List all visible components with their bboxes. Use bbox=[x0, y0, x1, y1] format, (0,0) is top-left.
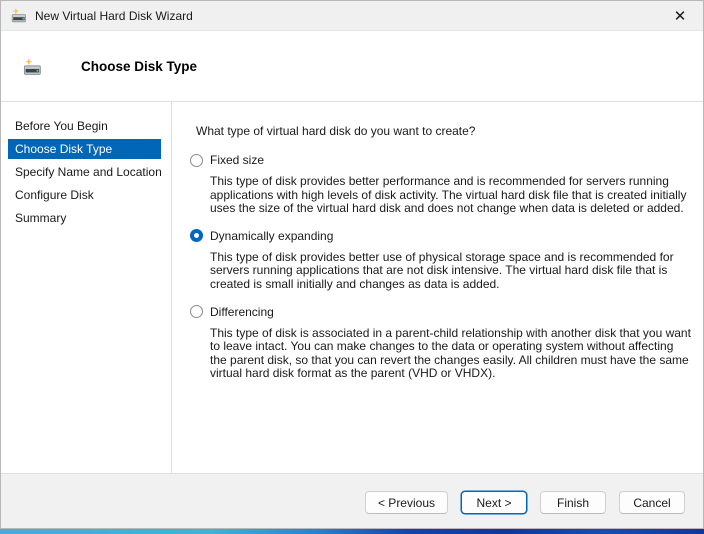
title-bar: New Virtual Hard Disk Wizard ✕ bbox=[1, 1, 703, 31]
wizard-header: Choose Disk Type bbox=[1, 31, 703, 102]
main-area: Before You Begin Choose Disk Type Specif… bbox=[1, 102, 703, 473]
radio-dynamically-expanding[interactable]: Dynamically expanding bbox=[190, 228, 692, 244]
footer-button-bar: < Previous Next > Finish Cancel bbox=[1, 473, 703, 528]
radio-icon[interactable] bbox=[190, 305, 203, 318]
question-text: What type of virtual hard disk do you wa… bbox=[196, 124, 692, 138]
option-fixed-size: Fixed size This type of disk provides be… bbox=[190, 152, 692, 216]
page-title: Choose Disk Type bbox=[81, 59, 197, 74]
wizard-steps-sidebar: Before You Begin Choose Disk Type Specif… bbox=[1, 102, 172, 473]
virtual-disk-icon bbox=[11, 8, 27, 24]
radio-label[interactable]: Fixed size bbox=[210, 153, 264, 167]
virtual-disk-icon bbox=[23, 58, 42, 77]
sidebar-item-configure-disk[interactable]: Configure Disk bbox=[8, 185, 161, 205]
radio-icon-selected[interactable] bbox=[190, 229, 203, 242]
sidebar-item-before-you-begin[interactable]: Before You Begin bbox=[8, 116, 161, 136]
sidebar-item-specify-name-and-location[interactable]: Specify Name and Location bbox=[8, 162, 161, 182]
close-button[interactable]: ✕ bbox=[657, 1, 703, 31]
page-content: What type of virtual hard disk do you wa… bbox=[172, 102, 704, 473]
option-description: This type of disk provides better perfor… bbox=[210, 175, 692, 216]
option-dynamically-expanding: Dynamically expanding This type of disk … bbox=[190, 228, 692, 292]
previous-button[interactable]: < Previous bbox=[365, 491, 448, 514]
close-icon: ✕ bbox=[674, 7, 687, 25]
radio-icon[interactable] bbox=[190, 154, 203, 167]
sidebar-item-choose-disk-type[interactable]: Choose Disk Type bbox=[8, 139, 161, 159]
finish-button[interactable]: Finish bbox=[540, 491, 606, 514]
desktop-wallpaper-strip bbox=[0, 529, 704, 534]
sidebar-item-summary[interactable]: Summary bbox=[8, 208, 161, 228]
option-description: This type of disk provides better use of… bbox=[210, 251, 692, 292]
radio-differencing[interactable]: Differencing bbox=[190, 304, 692, 320]
radio-label[interactable]: Differencing bbox=[210, 305, 274, 319]
desktop: New Virtual Hard Disk Wizard ✕ Choose Di… bbox=[0, 0, 704, 534]
radio-fixed-size[interactable]: Fixed size bbox=[190, 152, 692, 168]
next-button[interactable]: Next > bbox=[461, 491, 527, 514]
cancel-button[interactable]: Cancel bbox=[619, 491, 685, 514]
option-description: This type of disk is associated in a par… bbox=[210, 327, 692, 381]
radio-label[interactable]: Dynamically expanding bbox=[210, 229, 333, 243]
wizard-window: New Virtual Hard Disk Wizard ✕ Choose Di… bbox=[0, 0, 704, 529]
window-title: New Virtual Hard Disk Wizard bbox=[35, 9, 193, 23]
option-differencing: Differencing This type of disk is associ… bbox=[190, 304, 692, 381]
